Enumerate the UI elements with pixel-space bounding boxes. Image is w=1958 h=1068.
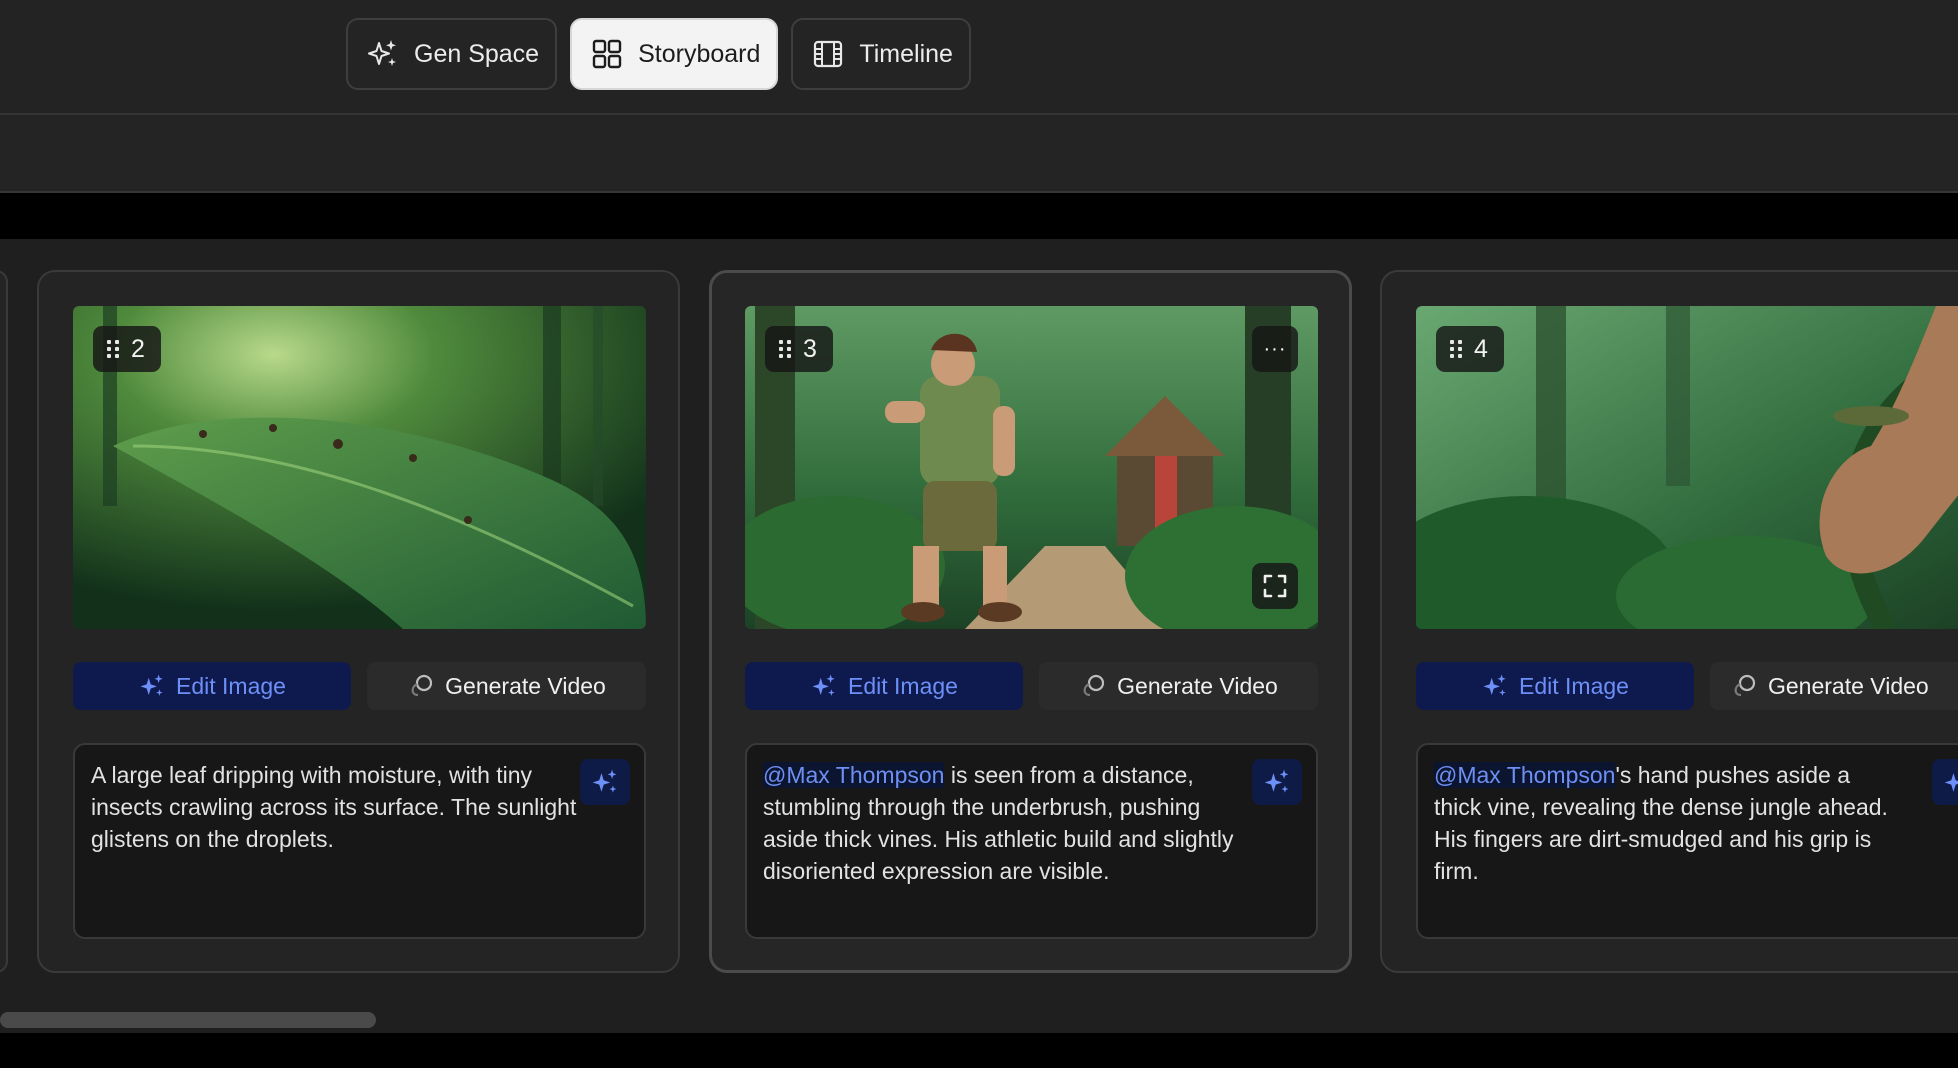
sparkles-icon bbox=[1944, 773, 1958, 792]
scene-number: 2 bbox=[131, 334, 145, 363]
scene-card[interactable]: 2 Edit Image Generate Video A large leaf… bbox=[37, 270, 680, 973]
secondary-toolbar bbox=[0, 115, 1958, 193]
scene-prompt-field[interactable]: @Max Thompson's hand pushes aside a thic… bbox=[1416, 743, 1958, 939]
prompt-text: A large leaf dripping with moisture, wit… bbox=[91, 762, 577, 852]
generate-video-label: Generate Video bbox=[1768, 672, 1929, 699]
scene-prompt-field[interactable]: A large leaf dripping with moisture, wit… bbox=[73, 743, 646, 939]
edit-image-button[interactable]: Edit Image bbox=[1416, 662, 1694, 710]
link-icon bbox=[411, 674, 433, 697]
scene-thumbnail[interactable]: 2 bbox=[73, 306, 646, 629]
edit-image-label: Edit Image bbox=[848, 672, 958, 699]
fullscreen-icon bbox=[1263, 574, 1287, 598]
top-bar: Gen Space Storyboard Timeline bbox=[0, 0, 1958, 115]
drag-handle-icon[interactable] bbox=[107, 340, 119, 358]
edit-image-button[interactable]: Edit Image bbox=[73, 662, 351, 710]
tab-storyboard[interactable]: Storyboard bbox=[570, 18, 779, 90]
sparkles-icon bbox=[1483, 674, 1506, 696]
view-tabs: Gen Space Storyboard Timeline bbox=[346, 18, 971, 90]
more-options-icon: ··· bbox=[1263, 337, 1287, 360]
ai-enhance-button[interactable] bbox=[580, 759, 630, 805]
generate-video-button[interactable]: Generate Video bbox=[1039, 662, 1318, 710]
scene-card-partial[interactable] bbox=[0, 270, 8, 973]
sparkles-icon bbox=[140, 674, 163, 696]
character-mention[interactable]: @Max Thompson bbox=[763, 762, 945, 788]
scene-number: 3 bbox=[803, 334, 817, 363]
scene-thumbnail[interactable]: 3 ··· bbox=[745, 306, 1318, 629]
scene-number-badge[interactable]: 2 bbox=[93, 326, 161, 372]
tab-timeline[interactable]: Timeline bbox=[791, 18, 971, 90]
ai-enhance-button[interactable] bbox=[1932, 759, 1958, 805]
tab-label: Storyboard bbox=[638, 39, 761, 68]
scene-number-badge[interactable]: 3 bbox=[765, 326, 833, 372]
scene-thumbnail[interactable]: 4 bbox=[1416, 306, 1958, 629]
scene-number: 4 bbox=[1474, 334, 1488, 363]
edit-image-label: Edit Image bbox=[1519, 672, 1629, 699]
expand-button[interactable] bbox=[1252, 563, 1298, 609]
tab-gen-space[interactable]: Gen Space bbox=[346, 18, 558, 90]
generate-video-label: Generate Video bbox=[445, 672, 606, 699]
sparkles-icon bbox=[592, 769, 617, 793]
edit-image-label: Edit Image bbox=[176, 672, 286, 699]
character-mention[interactable]: @Max Thompson bbox=[1434, 762, 1616, 788]
scene-number-badge[interactable]: 4 bbox=[1436, 326, 1504, 372]
sparkles-icon bbox=[812, 674, 835, 696]
ai-enhance-button[interactable] bbox=[1252, 759, 1302, 805]
tab-label: Gen Space bbox=[414, 39, 540, 68]
generate-video-button[interactable]: Generate Video bbox=[367, 662, 646, 710]
sparkles-icon bbox=[368, 40, 396, 66]
drag-handle-icon[interactable] bbox=[1450, 340, 1462, 358]
more-options-button[interactable]: ··· bbox=[1252, 326, 1298, 372]
scene-card-selected[interactable]: 3 ··· Edit Image Generate Video @Max Tho… bbox=[709, 270, 1352, 973]
generate-video-label: Generate Video bbox=[1117, 672, 1278, 699]
generate-video-button[interactable]: Generate Video bbox=[1710, 662, 1958, 710]
scene-prompt-field[interactable]: @Max Thompson is seen from a distance, s… bbox=[745, 743, 1318, 939]
film-icon bbox=[814, 40, 843, 68]
horizontal-scrollbar-thumb[interactable] bbox=[0, 1012, 376, 1028]
link-icon bbox=[1734, 674, 1756, 697]
tab-label: Timeline bbox=[859, 39, 953, 68]
sparkles-icon bbox=[1264, 769, 1289, 793]
drag-handle-icon[interactable] bbox=[779, 340, 791, 358]
scene-card[interactable]: 4 Edit Image Generate Video @Max Thompso… bbox=[1380, 270, 1958, 973]
grid-icon bbox=[592, 39, 622, 69]
link-icon bbox=[1083, 674, 1105, 697]
edit-image-button[interactable]: Edit Image bbox=[745, 662, 1023, 710]
